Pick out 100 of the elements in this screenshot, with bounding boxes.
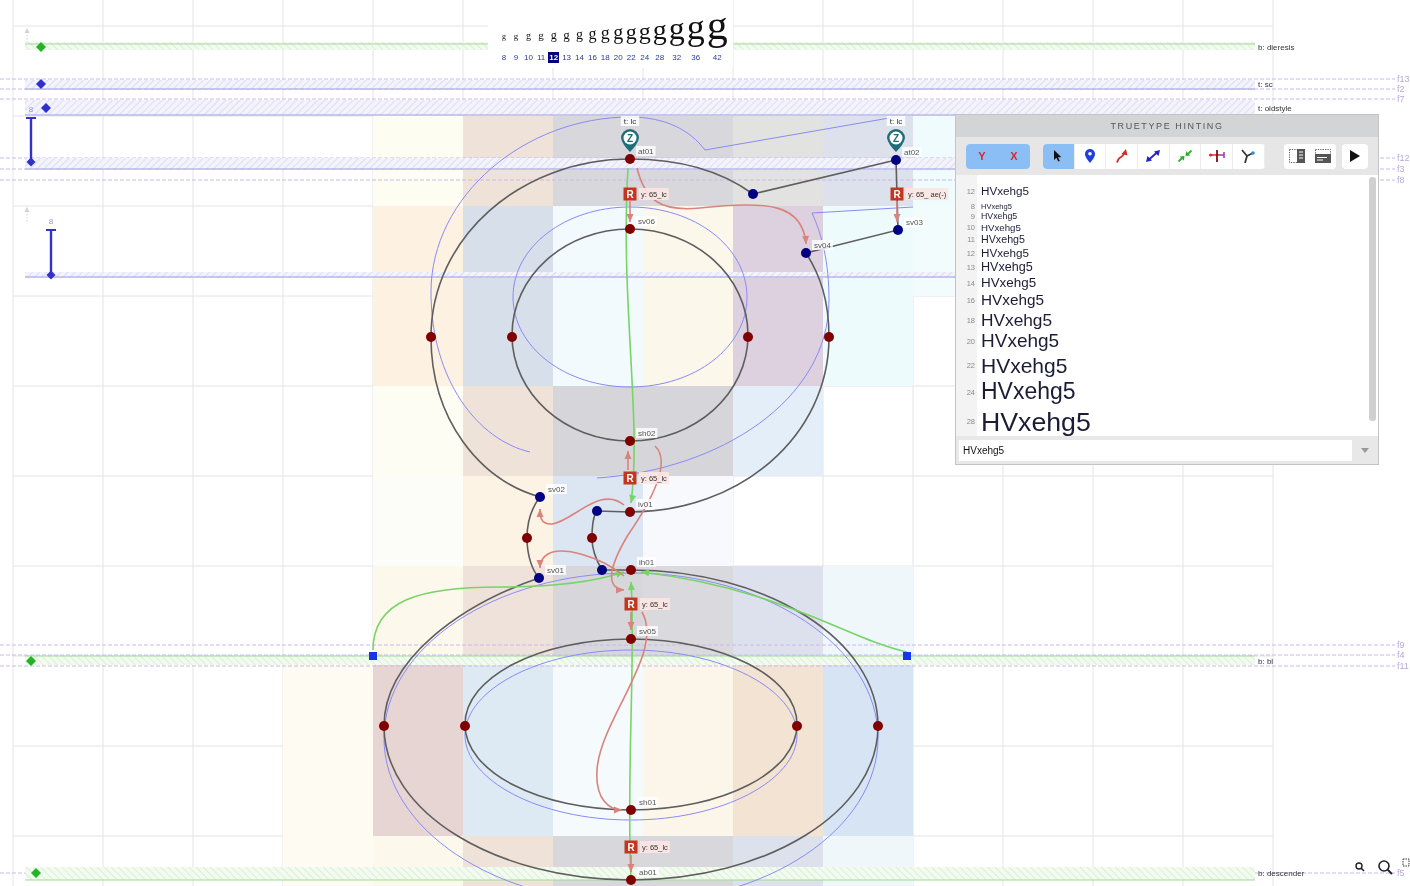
size-option[interactable]: 11 <box>535 52 547 63</box>
diamond-handle-icon[interactable] <box>26 656 36 666</box>
size-option[interactable]: 36 <box>690 52 702 63</box>
zone-label: t: sc <box>1258 80 1273 89</box>
node-dot-icon[interactable] <box>824 332 834 342</box>
point-label: at01 <box>636 146 656 156</box>
preview-text: HVxehg5 <box>981 260 1033 276</box>
waterfall-glyph: g <box>538 30 544 41</box>
point-label: sh01 <box>637 797 659 807</box>
preview-text: HVxehg5 <box>981 291 1044 310</box>
zone-label: b: dieresis <box>1258 43 1295 52</box>
preview-text: HVxehg5 <box>981 353 1068 379</box>
crossed-line-icon <box>1208 150 1225 162</box>
stem-label: 8 <box>48 217 54 226</box>
stem-marker[interactable] <box>25 117 37 167</box>
sample-field[interactable]: HVxehg5 <box>959 439 1352 461</box>
node-dot-icon[interactable] <box>748 189 758 199</box>
diamond-handle-icon[interactable] <box>31 868 41 878</box>
preview-text: HVxehg5 <box>981 378 1076 406</box>
guide-label: f7 <box>1397 94 1405 104</box>
node-dot-icon[interactable] <box>626 565 636 575</box>
point-label: at02 <box>902 147 922 157</box>
node-dot-icon[interactable] <box>587 533 597 543</box>
square-handle-icon[interactable] <box>903 652 911 660</box>
point-label: sh02 <box>636 428 658 438</box>
guide-label: f11 <box>1397 661 1409 671</box>
inward-arrows-icon <box>1178 150 1193 162</box>
diamond-handle-icon[interactable] <box>36 79 46 89</box>
anchor-label: t: lc <box>620 116 640 126</box>
point-label: sv02 <box>546 484 567 494</box>
node-dot-icon[interactable] <box>534 573 544 583</box>
waterfall-glyph: g <box>513 32 519 41</box>
double-arrow-icon <box>1146 150 1161 162</box>
node-dot-icon[interactable] <box>426 332 436 342</box>
dotted-arrow <box>24 28 30 45</box>
guide-label: f3 <box>1397 164 1405 174</box>
node-dot-icon[interactable] <box>535 492 545 502</box>
preview-text: HVxehg5 <box>981 275 1037 292</box>
node-dot-icon[interactable] <box>626 805 636 815</box>
node-dot-icon[interactable] <box>792 721 802 731</box>
node-dot-icon[interactable] <box>597 565 607 575</box>
node-dot-icon[interactable] <box>592 506 602 516</box>
size-option[interactable]: 13 <box>561 52 573 63</box>
node-dot-icon[interactable] <box>626 634 636 644</box>
size-option[interactable]: 9 <box>511 52 521 63</box>
stem-label: 8 <box>28 105 34 114</box>
tool-button[interactable] <box>1043 143 1075 169</box>
guide-label: f2 <box>1397 84 1405 94</box>
scrollbar[interactable] <box>1369 177 1376 421</box>
stem-marker[interactable] <box>45 229 57 280</box>
node-dot-icon[interactable] <box>893 225 903 235</box>
point-label: sv04 <box>812 240 833 250</box>
pin-icon <box>1085 149 1096 163</box>
diamond-handle-icon[interactable] <box>36 42 46 52</box>
node-dot-icon[interactable] <box>626 875 636 885</box>
size-option[interactable]: 14 <box>574 52 585 63</box>
diamond-handle-icon[interactable] <box>41 103 51 113</box>
point-label: sv05 <box>637 626 658 636</box>
size-option[interactable]: 42 <box>711 52 723 63</box>
node-dot-icon[interactable] <box>743 332 753 342</box>
guide-label: f12 <box>1397 153 1410 163</box>
dashed-square-icon[interactable] <box>1402 858 1410 867</box>
pin-marker[interactable]: Z <box>621 129 639 152</box>
preview-text: HVxehg5 <box>981 246 1030 261</box>
node-dot-icon[interactable] <box>507 332 517 342</box>
play-icon <box>1349 150 1360 162</box>
size-option[interactable]: 8 <box>499 52 509 63</box>
waterfall-glyph: g <box>576 28 583 42</box>
pin-marker[interactable]: Z <box>887 129 905 152</box>
branch-icon <box>1241 149 1256 163</box>
size-option[interactable]: 16 <box>586 52 598 63</box>
node-dot-icon[interactable] <box>891 155 901 165</box>
guide-label: f5 <box>1397 868 1405 878</box>
preview-text: HVxehg5 <box>981 330 1060 354</box>
small-magnifier-icon[interactable] <box>1355 862 1365 872</box>
waterfall-glyph: g <box>652 16 667 44</box>
size-option[interactable]: 32 <box>671 52 683 63</box>
point-label: iv01 <box>636 499 655 509</box>
size-option[interactable]: 20 <box>612 52 624 63</box>
preview-text: HVxehg5 <box>981 221 1021 234</box>
size-option[interactable]: 22 <box>625 52 637 63</box>
waterfall-glyph: g <box>613 22 624 42</box>
node-dot-icon[interactable] <box>460 721 470 731</box>
node-dot-icon[interactable] <box>625 154 635 164</box>
square-handle-icon[interactable] <box>369 652 377 660</box>
size-option[interactable]: 24 <box>639 52 651 63</box>
node-dot-icon[interactable] <box>379 721 389 731</box>
node-dot-icon[interactable] <box>873 721 883 731</box>
bottom-panel-icon <box>1314 149 1331 163</box>
size-option[interactable]: 10 <box>523 52 534 63</box>
node-dot-icon[interactable] <box>801 248 811 258</box>
magnifier-icon[interactable] <box>1378 860 1393 875</box>
node-dot-icon[interactable] <box>625 507 635 517</box>
size-option[interactable]: 28 <box>654 52 666 63</box>
node-dot-icon[interactable] <box>625 436 635 446</box>
node-dot-icon[interactable] <box>522 533 532 543</box>
node-dot-icon[interactable] <box>625 224 635 234</box>
point-label: sv06 <box>636 216 657 226</box>
size-option[interactable]: 18 <box>599 52 611 63</box>
size-option[interactable]: 12 <box>548 52 560 63</box>
